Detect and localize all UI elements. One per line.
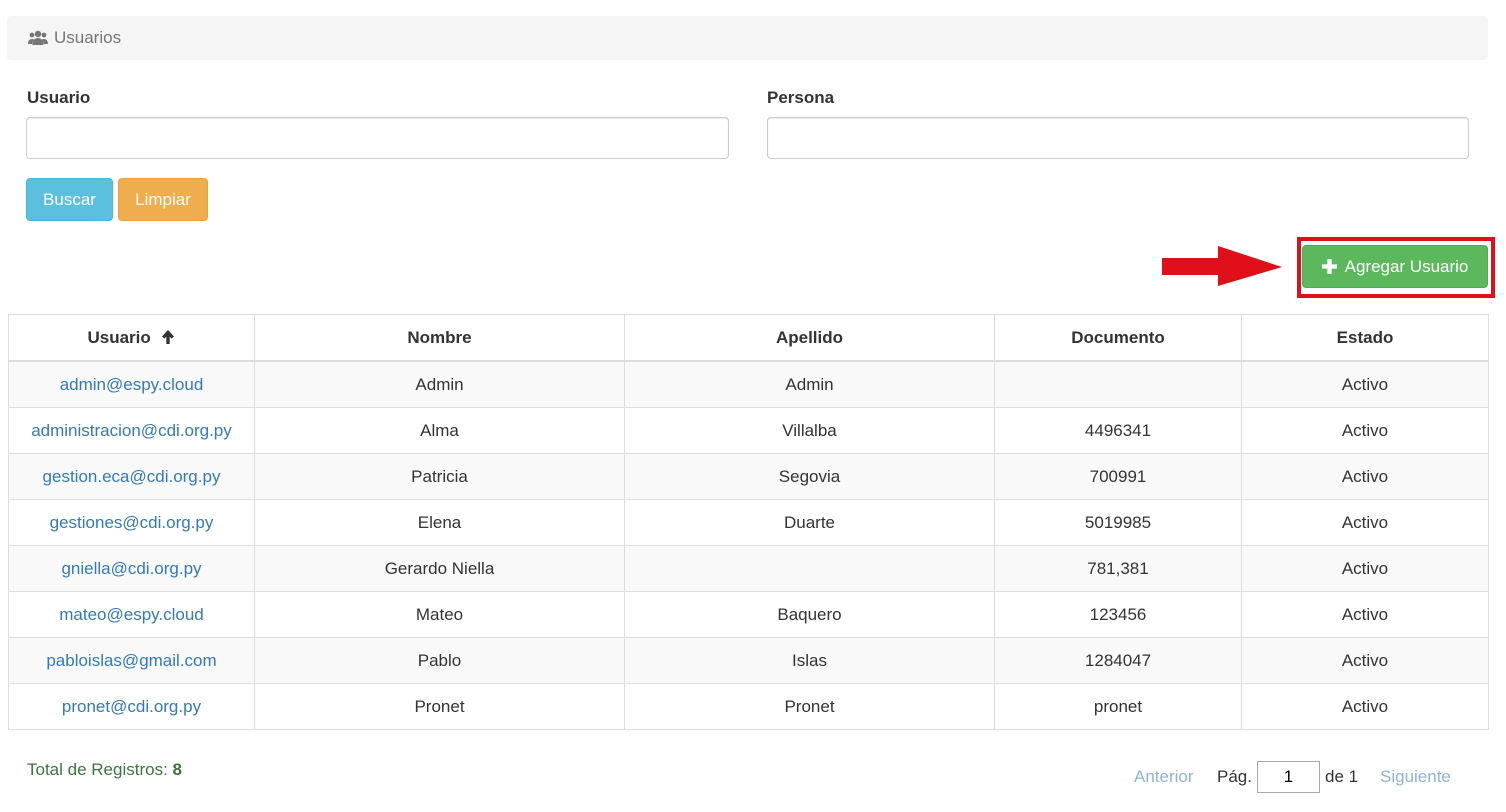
- table-cell-documento: [994, 360, 1242, 408]
- persona-input[interactable]: [767, 117, 1469, 159]
- table-cell-estado: Activo: [1241, 407, 1489, 454]
- table-cell-documento: 4496341: [994, 407, 1242, 454]
- column-header-documento[interactable]: Documento: [994, 314, 1242, 362]
- table-cell-estado: Activo: [1241, 683, 1489, 730]
- table-row: gestiones@cdi.org.py Elena Duarte 5019985 Ac…: [8, 499, 1489, 546]
- table-cell-nombre: Pronet: [254, 683, 625, 730]
- table-cell-apellido: Admin: [624, 360, 995, 408]
- table-cell-documento: 123456: [994, 591, 1242, 638]
- user-email-link[interactable]: pronet@cdi.org.py: [8, 683, 255, 730]
- add-user-label: Agregar Usuario: [1344, 256, 1469, 276]
- user-email-link[interactable]: gestion.eca@cdi.org.py: [8, 453, 255, 500]
- table-row: gniella@cdi.org.py Gerardo Niella 781,381 A…: [8, 545, 1489, 592]
- table-cell-nombre: Pablo: [254, 637, 625, 684]
- table-cell-estado: Activo: [1241, 499, 1489, 546]
- sort-ascending-icon: [161, 329, 174, 344]
- table-header-row: Usuario Nombre Apellido Documento Estado: [8, 314, 1489, 362]
- table-row: admin@espy.cloud Admin Admin Activo: [8, 360, 1489, 408]
- table-cell-nombre: Alma: [254, 407, 625, 454]
- table-cell-nombre: Admin: [254, 360, 625, 408]
- user-email-link[interactable]: admin@espy.cloud: [8, 360, 255, 408]
- buscar-button[interactable]: Buscar: [26, 178, 113, 221]
- column-header-usuario[interactable]: Usuario: [8, 314, 255, 362]
- page-label: Pág.: [1217, 767, 1252, 786]
- table-cell-documento: 700991: [994, 453, 1242, 500]
- table-cell-documento: pronet: [994, 683, 1242, 730]
- user-email-link[interactable]: mateo@espy.cloud: [8, 591, 255, 638]
- page-count-label: de 1: [1325, 767, 1359, 786]
- table-row: mateo@espy.cloud Mateo Baquero 123456 Activo: [8, 591, 1489, 638]
- page-number-input[interactable]: [1257, 761, 1320, 793]
- users-page: Usuarios Usuario Persona Buscar Limpiar …: [0, 0, 1506, 812]
- total-label: Total de Registros:: [27, 760, 168, 779]
- table-cell-estado: Activo: [1241, 545, 1489, 592]
- limpiar-button[interactable]: Limpiar: [118, 178, 208, 221]
- table-cell-apellido: Islas: [624, 637, 995, 684]
- add-user-button[interactable]: Agregar Usuario: [1302, 245, 1488, 288]
- red-arrow-annotation: [1162, 246, 1282, 286]
- usuario-label: Usuario: [27, 88, 91, 107]
- table-cell-estado: Activo: [1241, 591, 1489, 638]
- table-cell-documento: 5019985: [994, 499, 1242, 546]
- next-page-link[interactable]: Siguiente: [1380, 761, 1451, 793]
- table-cell-apellido: Duarte: [624, 499, 995, 546]
- users-table: Usuario Nombre Apellido Documento Estado…: [8, 314, 1489, 730]
- plus-icon: [1321, 259, 1337, 274]
- total-value: 8: [172, 760, 182, 779]
- usuario-input[interactable]: [26, 117, 729, 159]
- table-row: gestion.eca@cdi.org.py Patricia Segovia 700…: [8, 453, 1489, 500]
- table-cell-estado: Activo: [1241, 453, 1489, 500]
- table-cell-nombre: Gerardo Niella: [254, 545, 625, 592]
- table-cell-nombre: Mateo: [254, 591, 625, 638]
- panel-heading: Usuarios: [7, 16, 1488, 60]
- table-cell-apellido: Segovia: [624, 453, 995, 500]
- table-cell-estado: Activo: [1241, 360, 1489, 408]
- table-cell-nombre: Patricia: [254, 453, 625, 500]
- user-email-link[interactable]: gestiones@cdi.org.py: [8, 499, 255, 546]
- table-cell-documento: 1284047: [994, 637, 1242, 684]
- table-cell-nombre: Elena: [254, 499, 625, 546]
- table-body: admin@espy.cloud Admin Admin Activo administ…: [8, 360, 1489, 730]
- table-row: pronet@cdi.org.py Pronet Pronet pronet Activ…: [8, 683, 1489, 730]
- table-cell-apellido: Pronet: [624, 683, 995, 730]
- column-header-nombre[interactable]: Nombre: [254, 314, 625, 362]
- total-records: Total de Registros: 8: [27, 760, 182, 780]
- column-header-apellido[interactable]: Apellido: [624, 314, 995, 362]
- table-cell-estado: Activo: [1241, 637, 1489, 684]
- table-cell-apellido: [624, 545, 995, 592]
- table-row: pabloislas@gmail.com Pablo Islas 1284047 Act…: [8, 637, 1489, 684]
- table-cell-documento: 781,381: [994, 545, 1242, 592]
- page-title: Usuarios: [54, 28, 122, 47]
- user-email-link[interactable]: administracion@cdi.org.py: [8, 407, 255, 454]
- user-email-link[interactable]: pabloislas@gmail.com: [8, 637, 255, 684]
- users-icon: [28, 30, 48, 45]
- table-cell-apellido: Villalba: [624, 407, 995, 454]
- table-row: administracion@cdi.org.py Alma Villalba 449…: [8, 407, 1489, 454]
- table-cell-apellido: Baquero: [624, 591, 995, 638]
- user-email-link[interactable]: gniella@cdi.org.py: [8, 545, 255, 592]
- prev-page-link[interactable]: Anterior: [1134, 761, 1194, 793]
- column-header-estado[interactable]: Estado: [1241, 314, 1489, 362]
- persona-label: Persona: [767, 88, 835, 107]
